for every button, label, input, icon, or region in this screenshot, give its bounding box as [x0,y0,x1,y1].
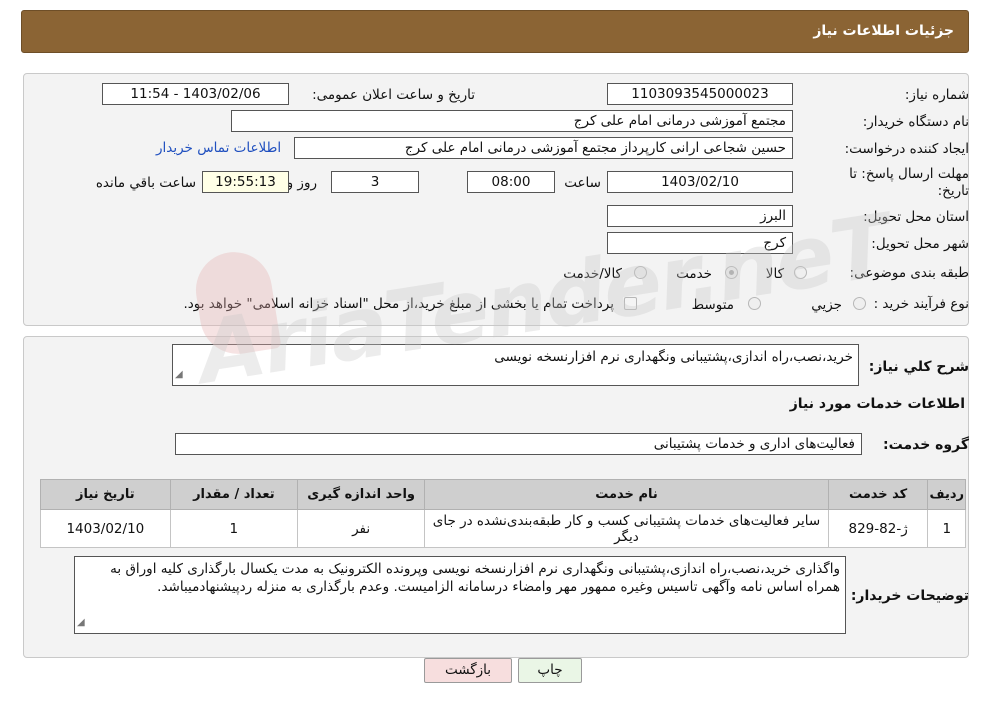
category-label: طبقه بندی موضوعی: [849,265,969,281]
need-number-label: شماره نیاز: [904,87,969,103]
process-medium-radio[interactable] [748,297,761,310]
buyer-org-label: نام دستگاه خریدار: [862,114,969,130]
requester-field: حسین شجاعی ارانی کارپرداز مجتمع آموزشی د… [294,137,793,159]
service-group-field: فعالیت‌های اداری و خدمات پشتیبانی [175,433,862,455]
summary-textarea[interactable]: خرید،نصب،راه اندازی،پشتیبانی ونگهداری نر… [172,344,859,386]
city-field: کرج [607,232,793,254]
process-minor-label: جزیي [811,297,842,313]
province-field: البرز [607,205,793,227]
need-number-field: 1103093545000023 [607,83,793,105]
cell-row: 1 [927,509,966,548]
announce-date-field: 1403/02/06 - 11:54 [102,83,289,105]
buyer-org-field: مجتمع آموزشی درمانی امام علی کرج [231,110,793,132]
treasury-payment-checkbox[interactable] [624,297,637,310]
deadline-label-date: تاریخ: [937,183,969,199]
remaining-hours-label: ساعت باقي مانده [95,175,196,191]
category-service-label: خدمت [676,266,712,282]
col-name-header: نام خدمت [424,479,829,510]
requester-label: ایجاد کننده درخواست: [844,141,969,157]
services-table: ردیف کد خدمت نام خدمت واحد اندازه گیری ت… [40,479,966,548]
countdown-field: 19:55:13 [202,171,289,193]
deadline-time-field: 08:00 [467,171,555,193]
summary-text: خرید،نصب،راه اندازی،پشتیبانی ونگهداری نر… [494,349,853,365]
summary-label: شرح کلي نیاز: [868,359,969,375]
deadline-date-field: 1403/02/10 [607,171,793,193]
buyer-contact-link[interactable]: اطلاعات تماس خریدار [156,140,281,156]
days-remaining-field: 3 [331,171,419,193]
resize-handle-icon[interactable]: ◢ [175,366,183,384]
back-button[interactable]: بازگشت [424,658,512,683]
page-title: جزئیات اطلاعات نیاز [813,23,954,39]
table-row: 1 ژ-82-829 سایر فعالیت‌های خدمات پشتیبان… [40,509,966,548]
cell-unit: نفر [296,509,426,548]
cell-date: 1403/02/10 [40,509,171,548]
col-qty-header: تعداد / مقدار [169,479,298,510]
services-section-title: اطلاعات خدمات مورد نیاز [789,396,965,412]
buyer-notes-textarea[interactable]: واگذاری خرید،نصب،راه اندازی،پشتیبانی ونگ… [74,556,846,634]
province-label: استان محل تحویل: [863,209,969,225]
cell-qty: 1 [169,509,298,548]
category-goods-service-radio[interactable] [634,266,647,279]
category-goods-radio[interactable] [794,266,807,279]
category-goods-label: کالا [765,266,784,282]
announce-date-label: تاریخ و ساعت اعلان عمومی: [312,87,475,103]
table-header-row: ردیف کد خدمت نام خدمت واحد اندازه گیری ت… [40,479,966,510]
resize-handle-icon[interactable]: ◢ [77,614,85,632]
cell-code: ژ-82-829 [827,509,929,548]
cell-name: سایر فعالیت‌های خدمات پشتیبانی کسب و کار… [424,509,829,548]
buyer-notes-label: توضیحات خریدار: [850,588,969,604]
category-goods-service-label: کالا/خدمت [563,266,622,282]
deadline-label: مهلت ارسال پاسخ: تا [849,166,969,182]
print-button[interactable]: چاپ [518,658,582,683]
col-date-header: تاریخ نیاز [40,479,171,510]
buyer-notes-text: واگذاری خرید،نصب،راه اندازی،پشتیبانی ونگ… [110,561,840,595]
page-header: جزئیات اطلاعات نیاز [21,10,969,53]
col-unit-header: واحد اندازه گیری [296,479,426,510]
col-row-header: ردیف [927,479,966,510]
city-label: شهر محل تحویل: [871,236,969,252]
process-minor-radio[interactable] [853,297,866,310]
service-group-label: گروه خدمت: [883,437,969,453]
process-type-label: نوع فرآیند خرید : [873,296,969,312]
category-service-radio[interactable] [725,266,738,279]
days-label: روز و [286,175,317,191]
deadline-time-label: ساعت [564,175,601,191]
process-medium-label: متوسط [691,297,734,313]
col-code-header: کد خدمت [827,479,929,510]
